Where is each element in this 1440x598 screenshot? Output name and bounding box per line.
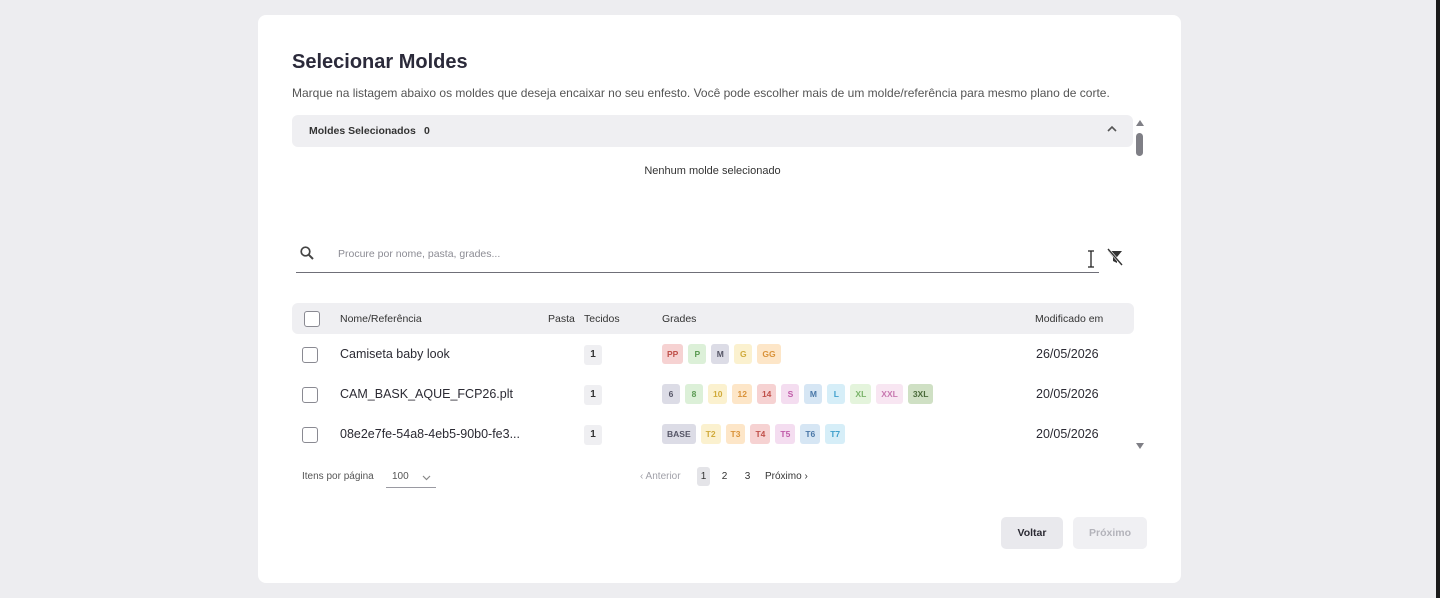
fabrics-count: 1	[584, 425, 602, 445]
selected-molds-count: 0	[424, 125, 430, 137]
grade-chip: S	[781, 384, 800, 404]
modified-date: 20/05/2026	[1036, 427, 1099, 441]
chevron-down-icon	[422, 475, 431, 481]
mold-name: 08e2e7fe-54a8-4eb5-90b0-fe3...	[340, 427, 521, 441]
row-checkbox[interactable]	[302, 347, 318, 363]
grade-chip: T2	[700, 424, 721, 444]
pagination-page[interactable]: 3	[741, 467, 754, 486]
scrollbar-thumb[interactable]	[1136, 133, 1143, 156]
table-row[interactable]: CAM_BASK_AQUE_FCP26.plt 1 6 8 10 12 14 S M L XL X…	[292, 375, 1134, 415]
mold-name: CAM_BASK_AQUE_FCP26.plt	[340, 387, 513, 401]
grade-chip: BASE	[662, 424, 696, 444]
scroll-down-arrow-icon[interactable]	[1135, 442, 1145, 450]
grade-chip: T7	[825, 424, 846, 444]
grade-chip: XXL	[876, 384, 903, 404]
grade-chip: T5	[775, 424, 796, 444]
grade-chip: 12	[732, 384, 752, 404]
selected-molds-accordion[interactable]: Moldes Selecionados 0	[292, 115, 1133, 147]
select-molds-dialog: Selecionar Moldes Marque na listagem aba…	[258, 15, 1181, 583]
column-header-fabrics[interactable]: Tecidos	[584, 313, 620, 325]
pagination-next[interactable]: Próximo ›	[765, 471, 808, 482]
grade-chip: L	[827, 384, 846, 404]
fabrics-count: 1	[584, 385, 602, 405]
next-button[interactable]: Próximo	[1073, 517, 1147, 549]
grade-chips: 6 8 10 12 14 S M L XL XXL 3XL	[662, 384, 934, 404]
grade-chip: 3XL	[907, 384, 934, 404]
modified-date: 26/05/2026	[1036, 347, 1099, 361]
grade-chip: T3	[725, 424, 746, 444]
grade-chip: M	[804, 384, 823, 404]
modified-date: 20/05/2026	[1036, 387, 1099, 401]
search-input[interactable]	[338, 248, 1038, 260]
row-checkbox[interactable]	[302, 427, 318, 443]
table-header: Nome/Referência Pasta Tecidos Grades Mod…	[292, 303, 1134, 334]
selected-molds-label: Moldes Selecionados	[309, 125, 416, 137]
grade-chip: T6	[800, 424, 821, 444]
pagination-previous[interactable]: ‹ Anterior	[640, 471, 681, 482]
scroll-up-arrow-icon[interactable]	[1135, 119, 1145, 127]
select-all-checkbox[interactable]	[304, 311, 320, 327]
grade-chips: PP P M G GG	[662, 344, 781, 364]
grade-chip: GG	[757, 344, 781, 364]
column-header-folder[interactable]: Pasta	[548, 313, 575, 325]
table-row[interactable]: 08e2e7fe-54a8-4eb5-90b0-fe3... 1 BASE T2 T…	[292, 415, 1134, 455]
grade-chips: BASE T2 T3 T4 T5 T6 T7	[662, 424, 846, 444]
dialog-subtitle: Marque na listagem abaixo os moldes que …	[292, 86, 1110, 100]
back-button[interactable]: Voltar	[1001, 517, 1063, 549]
row-checkbox[interactable]	[302, 387, 318, 403]
grade-chip: T4	[750, 424, 771, 444]
grade-chip: 14	[756, 384, 777, 404]
table-row[interactable]: Camiseta baby look 1 PP P M G GG 26/05/2026	[292, 335, 1134, 375]
pagination-page[interactable]: 2	[718, 467, 731, 486]
dialog-title: Selecionar Moldes	[292, 51, 468, 73]
mold-name: Camiseta baby look	[340, 347, 450, 361]
items-per-page-select[interactable]: 100	[386, 467, 436, 488]
search-icon	[300, 246, 314, 260]
column-header-modified[interactable]: Modificado em	[1035, 313, 1103, 325]
pagination-page[interactable]: 1	[697, 467, 710, 486]
search-field[interactable]	[296, 242, 1099, 273]
grade-chip: G	[734, 344, 753, 364]
grade-chip: P	[688, 344, 707, 364]
column-header-grades[interactable]: Grades	[662, 313, 696, 325]
grade-chip: 6	[662, 384, 680, 404]
grade-chip: 8	[685, 384, 703, 404]
window-edge	[1436, 0, 1440, 598]
empty-selection-message: Nenhum molde selecionado	[644, 165, 781, 177]
grade-chip: M	[711, 344, 730, 364]
grade-chip: 10	[708, 384, 728, 404]
items-per-page-value: 100	[392, 471, 409, 482]
text-cursor-icon	[1088, 250, 1094, 268]
chevron-up-icon[interactable]	[1105, 122, 1119, 136]
filter-off-icon[interactable]	[1106, 248, 1124, 266]
grade-chip: PP	[662, 344, 684, 364]
column-header-name[interactable]: Nome/Referência	[340, 313, 422, 325]
grade-chip: XL	[850, 384, 872, 404]
fabrics-count: 1	[584, 345, 602, 365]
items-per-page-label: Itens por página	[302, 471, 374, 482]
